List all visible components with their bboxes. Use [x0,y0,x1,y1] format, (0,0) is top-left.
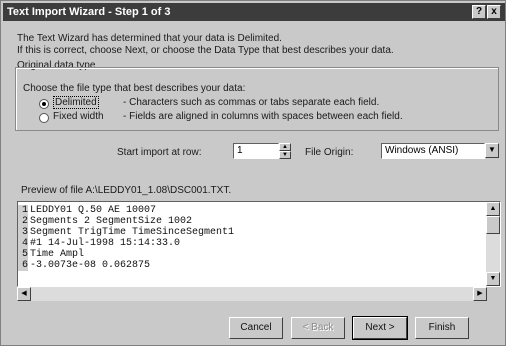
preview-line: 2 Segments 2 SegmentSize 1002 [18,216,192,227]
back-button[interactable]: < Back [291,317,345,339]
scroll-left-icon[interactable]: ◀ [17,287,31,301]
spin-up-icon[interactable]: ▲ [279,143,291,151]
scroll-right-icon[interactable]: ▶ [473,287,487,301]
text-import-wizard-dialog: Text Import Wizard - Step 1 of 3 ? x The… [0,0,506,346]
preview-vertical-scrollbar[interactable]: ▲ ▼ [486,202,500,286]
file-origin-select[interactable]: Windows (ANSI) [381,143,485,159]
preview-area[interactable]: 1 LEDDY01 Q.50 AE 10007 2 Segments 2 Segme… [17,201,501,287]
intro-line-2: If this is correct, choose Next, or choo… [17,45,394,56]
vertical-scroll-thumb[interactable] [486,216,500,234]
scroll-up-icon[interactable]: ▲ [486,202,500,216]
next-button[interactable]: Next > [352,316,408,340]
file-type-prompt: Choose the file type that best describes… [23,83,246,94]
preview-line: 3 Segment TrigTime TimeSinceSegment1 [18,227,234,238]
spin-down-icon[interactable]: ▼ [279,151,291,159]
cancel-button[interactable]: Cancel [229,317,283,339]
title-buttons: ? x [472,5,501,19]
delimited-label[interactable]: Delimited [53,96,99,109]
preview-line: 1 LEDDY01 Q.50 AE 10007 [18,205,156,216]
file-origin-label: File Origin: [305,147,354,158]
delimited-radio[interactable] [39,99,49,109]
preview-line: 5 Time Ampl [18,249,84,260]
preview-line: 6 -3.0073e-08 0.062875 [18,260,150,271]
fixed-width-description: - Fields are aligned in columns with spa… [123,111,403,122]
fixed-width-radio[interactable] [39,113,49,123]
fixed-width-label[interactable]: Fixed width [53,111,104,122]
chevron-down-icon[interactable]: ▼ [485,143,499,158]
preview-horizontal-scrollbar[interactable]: ◀ ▶ [17,287,487,301]
intro-line-1: The Text Wizard has determined that your… [17,33,282,44]
start-row-spinner[interactable]: ▲ ▼ [279,143,291,159]
help-button[interactable]: ? [472,5,486,19]
close-button[interactable]: x [487,5,501,19]
title-bar: Text Import Wizard - Step 1 of 3 ? x [3,3,505,21]
start-row-label: Start import at row: [117,147,202,158]
preview-label: Preview of file A:\LEDDY01_1.08\DSC001.T… [21,185,232,196]
start-row-input[interactable]: 1 [233,143,279,159]
window-title: Text Import Wizard - Step 1 of 3 [7,6,171,18]
preview-line: 4 #1 14-Jul-1998 15:14:33.0 [18,238,180,249]
delimited-description: - Characters such as commas or tabs sepa… [123,97,380,108]
scroll-down-icon[interactable]: ▼ [486,272,500,286]
finish-button[interactable]: Finish [415,317,469,339]
